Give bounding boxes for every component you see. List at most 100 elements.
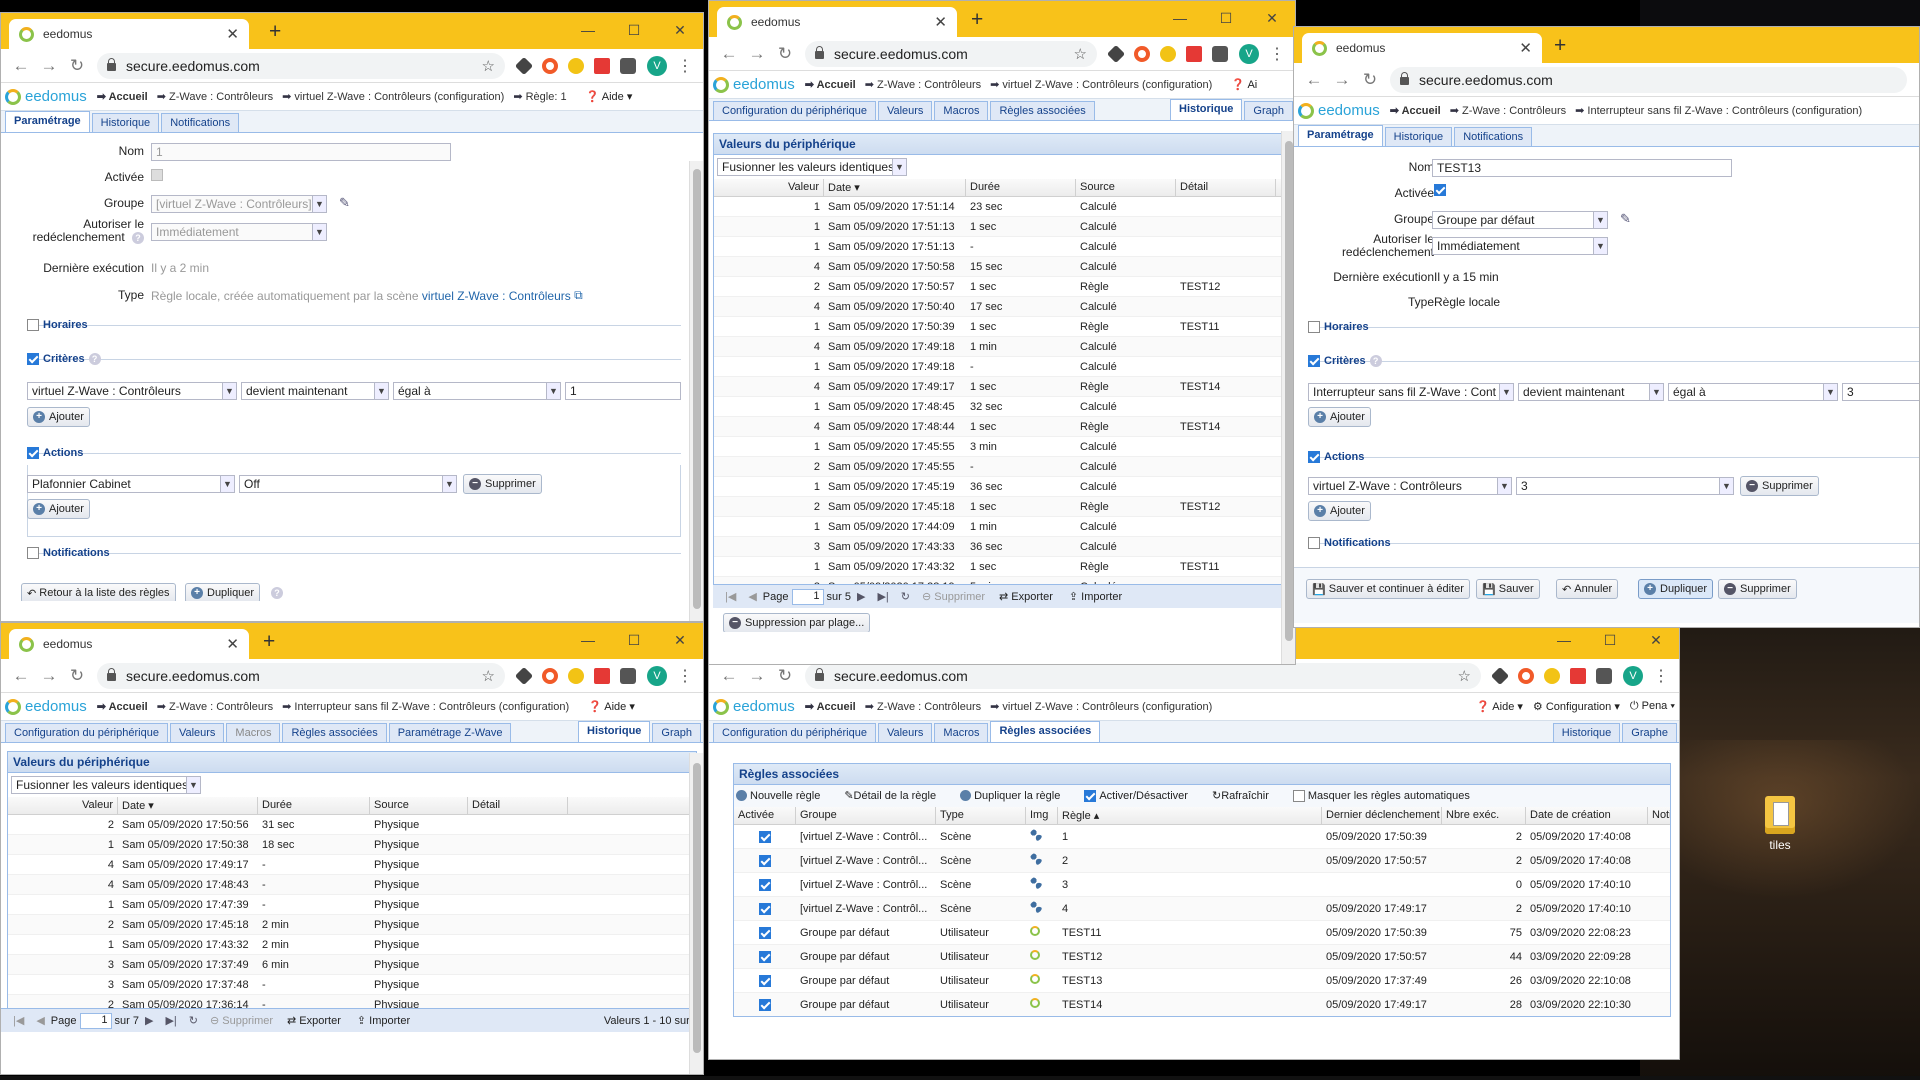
criteria-condition-select[interactable]: devient maintenant ▼ <box>1518 383 1664 401</box>
vertical-scrollbar[interactable] <box>689 161 703 621</box>
breadcrumb-item[interactable]: virtuel Z-Wave : Contrôleurs (configurat… <box>282 90 504 103</box>
back-to-rules-button[interactable]: ↶ Retour à la liste des règles <box>21 583 176 601</box>
address-bar[interactable]: secure.eedomus.com ☆ <box>805 662 1481 689</box>
tab-historique[interactable]: Historique <box>1384 127 1453 146</box>
table-row[interactable]: 2 Sam 05/09/2020 17:45:18 2 min Physique <box>8 915 696 935</box>
back-icon[interactable]: ← <box>7 56 35 76</box>
delete-button[interactable]: − Supprimer <box>1718 579 1797 599</box>
cancel-button[interactable]: ↶ Annuler <box>1556 579 1619 599</box>
delete-action-button[interactable]: − Supprimer <box>463 474 542 494</box>
address-bar[interactable]: secure.eedomus.com <box>1390 66 1907 93</box>
breadcrumb-item[interactable]: Interrupteur sans fil Z-Wave : Contrôleu… <box>282 700 569 713</box>
column-header[interactable]: Date ▾ <box>824 179 966 196</box>
forward-icon[interactable]: → <box>743 44 771 64</box>
import-button[interactable]: ⇪ Importer <box>357 1014 410 1027</box>
extension-icon[interactable] <box>1490 666 1510 685</box>
column-header[interactable]: Dernier déclenchement <box>1322 807 1442 824</box>
tab-configuration[interactable]: Configuration du périphérique <box>713 101 876 120</box>
extension-icon[interactable] <box>542 667 558 684</box>
delete-button[interactable]: ⊖ Supprimer <box>210 1014 273 1027</box>
tab-valeurs[interactable]: Valeurs <box>169 723 225 742</box>
table-row[interactable]: 2 Sam 05/09/2020 17:45:18 1 sec Règle TEST12 <box>714 497 1288 517</box>
column-header[interactable]: Règle ▴ <box>1058 807 1322 824</box>
tab-macros[interactable]: Macros <box>226 723 281 742</box>
help-menu[interactable]: ❓ Ai <box>1231 78 1257 91</box>
column-header[interactable]: Valeur <box>8 797 118 814</box>
external-link-icon[interactable]: ⧉ <box>574 288 583 303</box>
browser-menu-icon[interactable]: ⋮ <box>1649 666 1673 686</box>
table-row[interactable]: 1 Sam 05/09/2020 17:50:39 1 sec Règle TEST11 <box>714 317 1288 337</box>
close-tab-icon[interactable]: ✕ <box>934 13 947 31</box>
table-row[interactable]: 4 Sam 05/09/2020 17:49:17 1 sec Règle TEST14 <box>714 377 1288 397</box>
last-page-icon[interactable]: ▶| <box>877 590 888 603</box>
table-row[interactable]: 1 Sam 05/09/2020 17:49:18 - Calculé <box>714 357 1288 377</box>
section-criteres[interactable]: Critères? <box>27 353 101 365</box>
eedomus-logo[interactable]: eedomus <box>713 76 795 93</box>
table-row[interactable]: [virtuel Z-Wave : Contrôl... Scène 1 05/09/… <box>734 825 1670 849</box>
table-row[interactable]: 1 Sam 05/09/2020 17:51:14 23 sec Calculé <box>714 197 1288 217</box>
tab-graphe[interactable]: Graphe <box>1622 723 1677 742</box>
column-header[interactable]: Durée <box>258 797 370 814</box>
tab-regles-associees[interactable]: Règles associées <box>990 721 1101 742</box>
table-row[interactable]: 3 Sam 05/09/2020 17:43:33 36 sec Calculé <box>714 537 1288 557</box>
retrigger-select[interactable]: Immédiatement ▼ <box>1432 237 1608 255</box>
column-header[interactable]: Source <box>370 797 468 814</box>
new-tab-button[interactable]: + <box>269 19 281 45</box>
tab-graph[interactable]: Graph <box>652 723 701 742</box>
breadcrumb-item[interactable]: Z-Wave : Contrôleurs <box>1450 104 1566 117</box>
column-header[interactable]: Activée <box>734 807 796 824</box>
table-row[interactable]: 1 Sam 05/09/2020 17:50:38 18 sec Physique <box>8 835 696 855</box>
refresh-button[interactable]: ↻ Rafraîchir <box>1212 789 1281 803</box>
column-header[interactable]: Durée <box>966 179 1076 196</box>
maximize-icon[interactable]: ☐ <box>611 19 657 41</box>
help-menu[interactable]: ❓ Aide ▾ <box>586 90 633 103</box>
breadcrumb-home[interactable]: Accueil <box>805 700 856 713</box>
tab-notifications[interactable]: Notifications <box>1454 127 1533 146</box>
table-row[interactable]: 3 Sam 05/09/2020 17:37:48- Physique <box>8 975 696 995</box>
column-header[interactable]: Détail <box>468 797 568 814</box>
extensions-puzzle-icon[interactable] <box>1212 45 1228 62</box>
minimize-icon[interactable]: — <box>1541 629 1587 651</box>
address-bar[interactable]: secure.eedomus.com ☆ <box>97 52 505 79</box>
maximize-icon[interactable]: ☐ <box>611 629 657 651</box>
table-row[interactable]: 1 Sam 05/09/2020 17:45:19 36 sec Calculé <box>714 477 1288 497</box>
section-actions[interactable]: Actions <box>1308 451 1364 463</box>
browser-tab[interactable]: eedomus ✕ <box>9 629 249 659</box>
address-bar[interactable]: secure.eedomus.com ☆ <box>97 662 505 689</box>
table-row[interactable]: 1 Sam 05/09/2020 17:45:55 3 min Calculé <box>714 437 1288 457</box>
tab-configuration[interactable]: Configuration du périphérique <box>5 723 168 742</box>
minimize-icon[interactable]: — <box>565 19 611 41</box>
export-button[interactable]: ⇄ Exporter <box>287 1014 341 1027</box>
table-row[interactable]: 1 Sam 05/09/2020 17:51:13 1 sec Calculé <box>714 217 1288 237</box>
column-header[interactable]: Valeur <box>714 179 824 196</box>
tab-configuration[interactable]: Configuration du périphérique <box>713 723 876 742</box>
help-icon[interactable]: ? <box>271 587 283 599</box>
duplicate-button[interactable]: + Dupliquer <box>1638 579 1714 599</box>
new-tab-button[interactable]: + <box>263 629 275 655</box>
tab-parametrage-zwave[interactable]: Paramétrage Z-Wave <box>388 723 512 742</box>
extensions-puzzle-icon[interactable] <box>620 57 636 74</box>
browser-menu-icon[interactable]: ⋮ <box>673 666 697 686</box>
browser-menu-icon[interactable]: ⋮ <box>1265 44 1289 64</box>
close-tab-icon[interactable]: ✕ <box>226 635 239 653</box>
section-horaires[interactable]: Horaires <box>1308 321 1369 333</box>
tab-historique[interactable]: Historique <box>91 113 160 132</box>
profile-avatar[interactable]: V <box>647 665 667 686</box>
page-number-input[interactable]: 1 <box>79 1012 112 1029</box>
reload-icon[interactable]: ↻ <box>771 44 799 64</box>
browser-tab[interactable]: eedomus ✕ <box>717 7 957 37</box>
column-header[interactable]: Date ▾ <box>118 797 258 814</box>
breadcrumb-item[interactable]: Z-Wave : Contrôleurs <box>865 78 981 91</box>
new-rule-button[interactable]: Nouvelle règle <box>736 790 832 802</box>
column-header[interactable]: Date de création <box>1526 807 1648 824</box>
table-row[interactable]: 2 Sam 05/09/2020 17:50:57 1 sec Règle TEST12 <box>714 277 1288 297</box>
browser-menu-icon[interactable]: ⋮ <box>673 56 697 76</box>
active-checkbox[interactable] <box>1434 184 1446 196</box>
bookmark-star-icon[interactable]: ☆ <box>1458 667 1471 685</box>
forward-icon[interactable]: → <box>35 56 63 76</box>
hide-auto-rules-checkbox[interactable]: Masquer les règles automatiques <box>1292 789 1482 802</box>
close-window-icon[interactable]: ✕ <box>1249 7 1295 29</box>
table-row[interactable]: 4 Sam 05/09/2020 17:48:44 1 sec Règle TEST14 <box>714 417 1288 437</box>
extension-icon[interactable] <box>1160 45 1176 62</box>
active-checkbox[interactable] <box>759 902 771 915</box>
